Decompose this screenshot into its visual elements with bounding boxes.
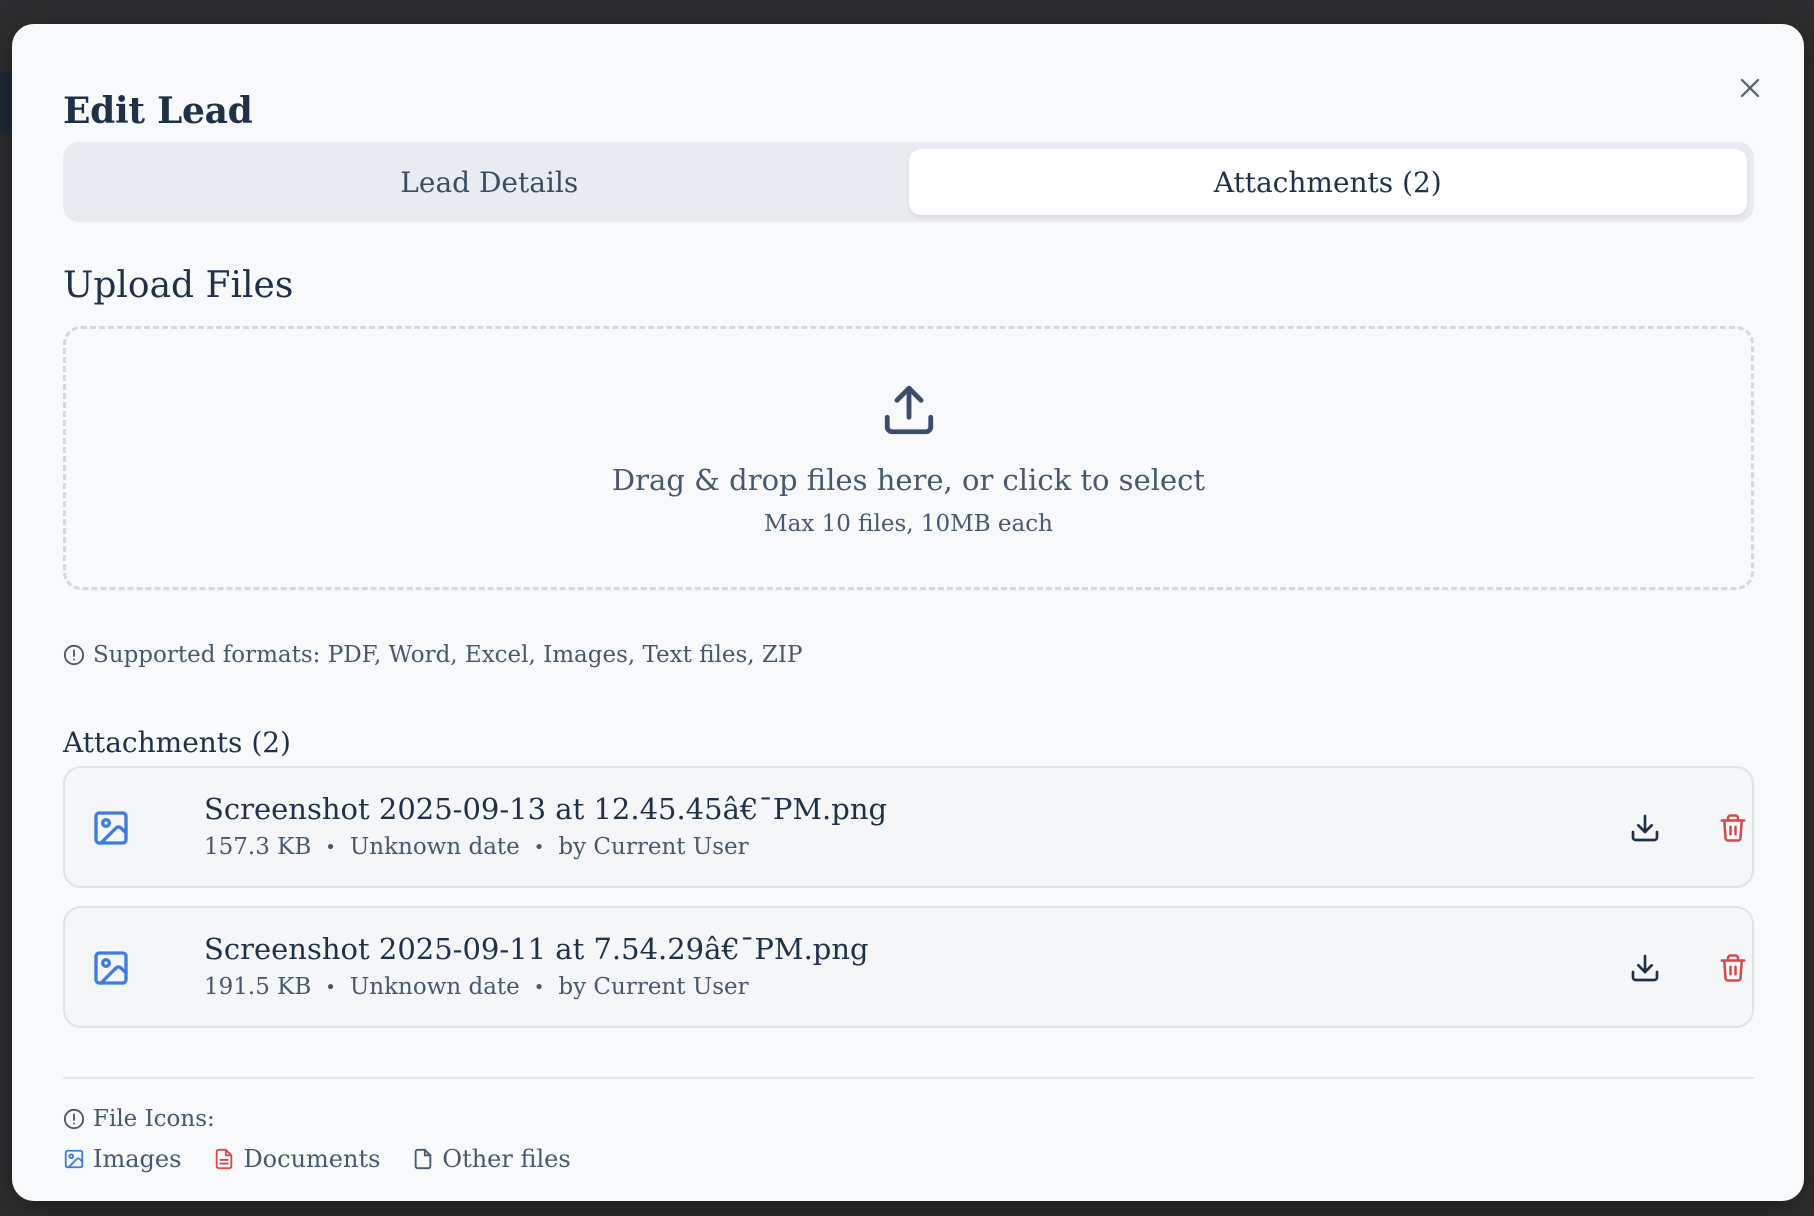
supported-formats-text: Supported formats: PDF, Word, Excel, Ima… <box>93 642 803 668</box>
close-icon <box>1740 78 1760 98</box>
edit-lead-modal: Edit Lead Lead Details Attachments (2) U… <box>12 24 1804 1201</box>
tab-list: Lead Details Attachments (2) <box>63 142 1754 222</box>
legend-label: Documents <box>243 1145 381 1173</box>
file-icons-legend: Images Documents Other files <box>63 1145 603 1173</box>
legend-item-images: Images <box>63 1145 181 1173</box>
info-icon <box>63 1108 85 1130</box>
attachment-filename: Screenshot 2025-09-13 at 12.45.45â€¯PM.p… <box>204 792 888 826</box>
info-icon <box>63 644 85 666</box>
attachment-item: Screenshot 2025-09-11 at 7.54.29â€¯PM.pn… <box>63 906 1754 1028</box>
section-divider <box>63 1077 1754 1079</box>
generic-file-icon <box>415 1148 432 1170</box>
delete-button[interactable] <box>1711 806 1755 850</box>
legend-label: Images <box>93 1145 182 1173</box>
legend-title-text: File Icons: <box>93 1106 215 1132</box>
dropzone-instruction: Drag & drop files here, or click to sele… <box>611 463 1206 497</box>
image-file-icon <box>64 1149 84 1169</box>
supported-formats-note: Supported formats: PDF, Word, Excel, Ima… <box>63 642 802 668</box>
upload-icon <box>880 381 938 443</box>
meta-separator: • <box>533 836 545 858</box>
image-file-icon <box>91 808 131 852</box>
attachment-date: Unknown date <box>349 834 520 860</box>
download-icon <box>1631 954 1659 982</box>
tab-attachments[interactable]: Attachments (2) <box>908 149 1747 215</box>
document-file-icon <box>216 1148 233 1170</box>
attachment-date: Unknown date <box>349 974 520 1000</box>
modal-title: Edit Lead <box>63 90 253 132</box>
meta-separator: • <box>325 836 336 858</box>
dropzone-limits: Max 10 files, 10MB each <box>764 511 1053 537</box>
attachment-size: 157.3 KB <box>204 834 312 860</box>
attachments-heading: Attachments (2) <box>63 726 291 759</box>
file-dropzone[interactable]: Drag & drop files here, or click to sele… <box>63 326 1754 590</box>
meta-separator: • <box>325 976 336 998</box>
legend-item-other-files: Other files <box>412 1145 571 1173</box>
attachment-filename: Screenshot 2025-09-11 at 7.54.29â€¯PM.pn… <box>204 932 869 966</box>
download-icon <box>1631 814 1659 842</box>
attachment-meta: 191.5 KB • Unknown date • by Current Use… <box>204 974 749 1000</box>
close-button[interactable] <box>1730 68 1770 108</box>
attachment-author: by Current User <box>558 834 749 860</box>
download-button[interactable] <box>1623 946 1667 990</box>
attachment-item: Screenshot 2025-09-13 at 12.45.45â€¯PM.p… <box>63 766 1754 888</box>
image-file-icon <box>91 948 131 992</box>
upload-section-title: Upload Files <box>63 265 294 306</box>
attachment-size: 191.5 KB <box>204 974 312 1000</box>
legend-label: Other files <box>442 1145 571 1173</box>
download-button[interactable] <box>1623 806 1667 850</box>
meta-separator: • <box>533 976 545 998</box>
trash-icon <box>1720 814 1746 842</box>
delete-button[interactable] <box>1711 946 1755 990</box>
tab-lead-details[interactable]: Lead Details <box>70 149 909 215</box>
file-icons-legend-title: File Icons: <box>63 1106 215 1132</box>
attachment-meta: 157.3 KB • Unknown date • by Current Use… <box>204 834 749 860</box>
legend-item-documents: Documents <box>213 1145 380 1173</box>
trash-icon <box>1720 954 1746 982</box>
attachment-author: by Current User <box>558 974 749 1000</box>
